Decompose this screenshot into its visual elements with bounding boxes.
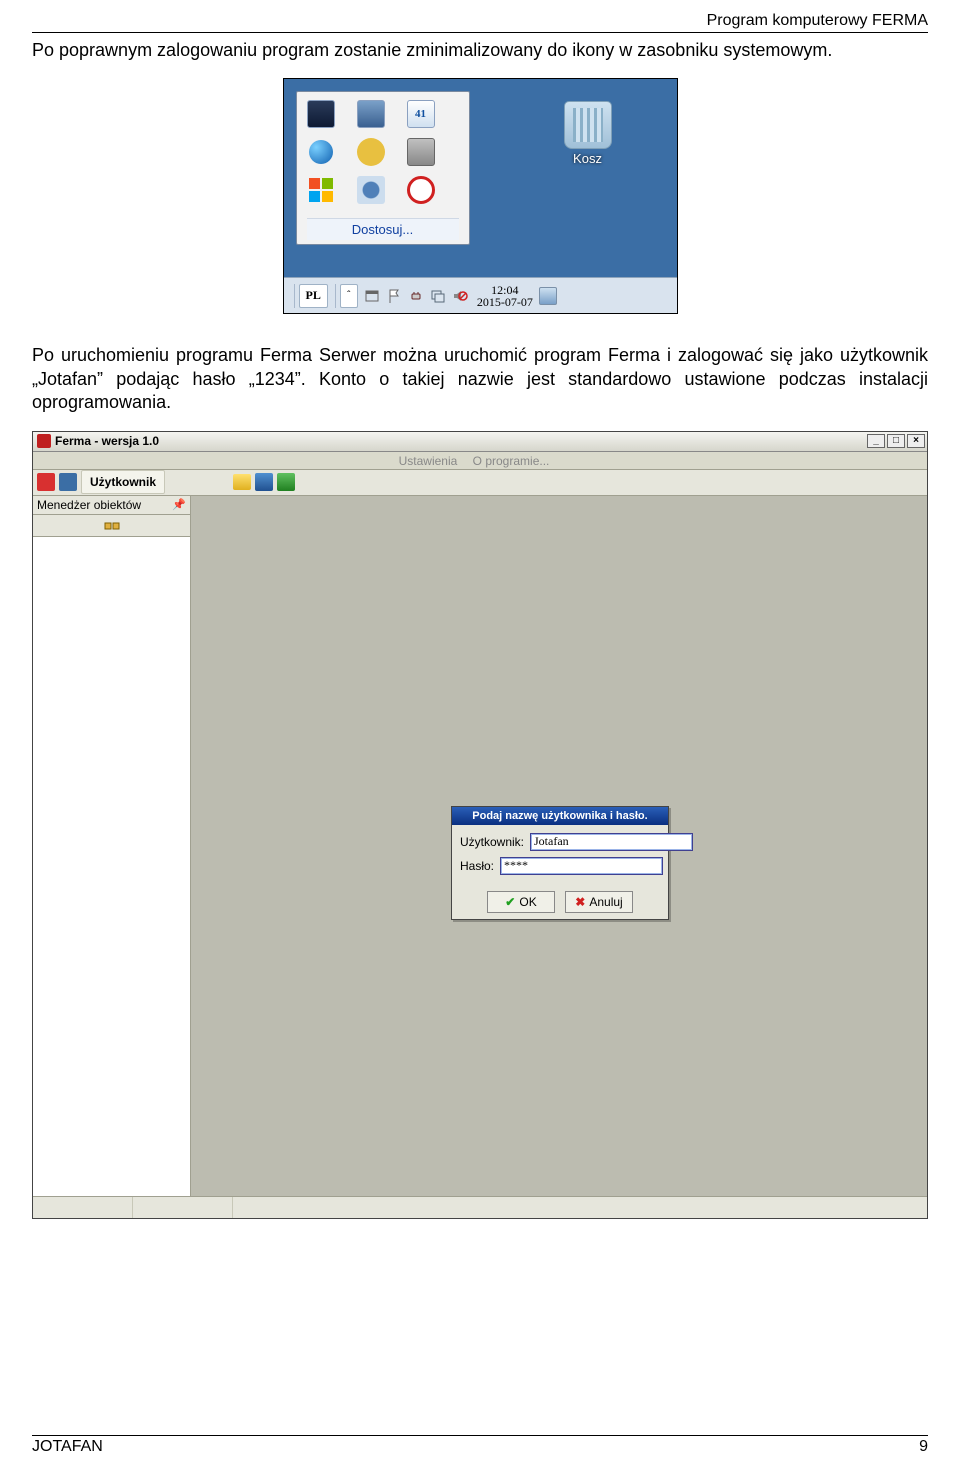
login-cancel-label: Anuluj xyxy=(589,895,622,909)
tray-screenshot: 41 Dostosuj... Kosz PL ˆ xyxy=(283,78,678,314)
footer-right: 9 xyxy=(919,1438,928,1456)
check-icon: ✔ xyxy=(505,895,515,909)
page-header-right: Program komputerowy FERMA xyxy=(32,12,928,33)
side-panel-title: Menedżer obiektów xyxy=(37,498,141,512)
toolbar-apply-icon[interactable] xyxy=(277,473,295,491)
toolbar-open-icon[interactable] xyxy=(233,474,251,490)
monitor-icon[interactable] xyxy=(307,100,335,128)
object-tree[interactable] xyxy=(33,537,190,1196)
pin-icon[interactable]: 📌 xyxy=(172,498,186,511)
login-pass-input[interactable] xyxy=(500,857,663,875)
x-icon: ✖ xyxy=(575,895,585,909)
login-user-label: Użytkownik: xyxy=(460,835,530,849)
tray-flag-icon[interactable] xyxy=(384,286,404,306)
update-shield-icon[interactable] xyxy=(357,138,385,166)
menu-settings[interactable]: Ustawienia xyxy=(399,454,458,468)
tray-plug-icon[interactable] xyxy=(406,286,426,306)
calendar-badge-icon[interactable]: 41 xyxy=(407,100,435,128)
login-ok-button[interactable]: ✔ OK xyxy=(487,891,555,913)
customize-link[interactable]: Dostosuj... xyxy=(307,218,459,240)
toolbar: Użytkownik xyxy=(33,470,927,496)
login-dialog-title: Podaj nazwę użytkownika i hasło. xyxy=(452,807,668,825)
menu-about[interactable]: O programie... xyxy=(473,454,550,468)
side-panel-toolbar xyxy=(33,515,190,537)
desktop-area: 41 Dostosuj... Kosz xyxy=(284,79,677,277)
show-desktop-icon[interactable] xyxy=(539,287,557,305)
recycle-bin-icon xyxy=(564,101,612,149)
tray-overlap-icon[interactable] xyxy=(428,286,448,306)
computer-icon[interactable] xyxy=(357,100,385,128)
tray-window-icon[interactable] xyxy=(362,286,382,306)
main-area: Podaj nazwę użytkownika i hasło. Użytkow… xyxy=(191,496,927,1196)
maximize-button[interactable]: □ xyxy=(887,434,905,448)
footer-left: JOTAFAN xyxy=(32,1438,103,1456)
taskbar: PL ˆ 12:04 2015-07-07 xyxy=(284,277,677,313)
window-titlebar: Ferma - wersja 1.0 _ □ × xyxy=(33,432,927,452)
toolbar-connect-icon[interactable] xyxy=(37,473,55,491)
lifebuoy-icon[interactable] xyxy=(407,176,435,204)
paragraph-2: Po uruchomieniu programu Ferma Serwer mo… xyxy=(32,344,928,414)
minimize-button[interactable]: _ xyxy=(867,434,885,448)
login-ok-label: OK xyxy=(519,895,536,909)
tree-icon[interactable] xyxy=(104,522,120,536)
recycle-bin-label: Kosz xyxy=(564,151,612,166)
globe-icon[interactable] xyxy=(307,138,335,166)
drive-icon[interactable] xyxy=(407,138,435,166)
ferma-window: Ferma - wersja 1.0 _ □ × Ustawienia O pr… xyxy=(32,431,928,1219)
language-indicator[interactable]: PL xyxy=(299,284,328,308)
clock-date: 2015-07-07 xyxy=(477,296,533,308)
tray-volume-muted-icon[interactable] xyxy=(450,286,470,306)
login-dialog: Podaj nazwę użytkownika i hasło. Użytkow… xyxy=(451,806,669,920)
login-pass-label: Hasło: xyxy=(460,859,500,873)
app-icon xyxy=(37,434,51,448)
page-footer: JOTAFAN 9 xyxy=(32,1435,928,1456)
toolbar-user-button[interactable]: Użytkownik xyxy=(81,470,165,494)
toolbar-save-icon[interactable] xyxy=(255,473,273,491)
menubar: Ustawienia O programie... xyxy=(33,452,927,470)
tray-expand-button[interactable]: ˆ xyxy=(340,284,358,308)
quicklaunch-popup: 41 Dostosuj... xyxy=(296,91,470,245)
recycle-bin[interactable]: Kosz xyxy=(564,101,612,166)
close-button[interactable]: × xyxy=(907,434,925,448)
statusbar xyxy=(33,1196,927,1218)
taskbar-clock[interactable]: 12:04 2015-07-07 xyxy=(471,284,539,308)
login-cancel-button[interactable]: ✖ Anuluj xyxy=(565,891,633,913)
toolbar-user-icon[interactable] xyxy=(59,473,77,491)
side-panel: Menedżer obiektów 📌 xyxy=(33,496,191,1196)
gear-globe-icon[interactable] xyxy=(357,176,385,204)
windows-tiles-icon[interactable] xyxy=(307,176,335,204)
paragraph-1: Po poprawnym zalogowaniu program zostani… xyxy=(32,39,928,62)
login-user-input[interactable] xyxy=(530,833,693,851)
window-title: Ferma - wersja 1.0 xyxy=(55,434,159,448)
